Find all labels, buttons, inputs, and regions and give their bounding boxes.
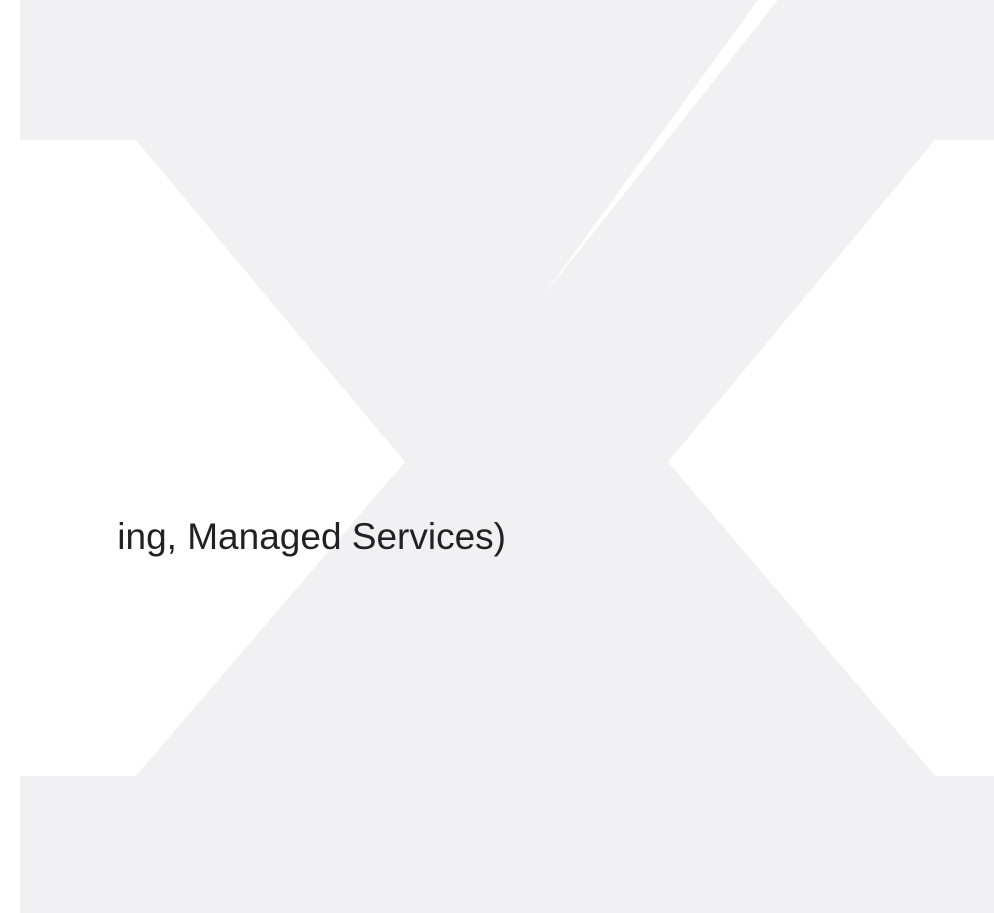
caption-text: ing, Managed Services) [117,516,506,557]
x-shape [20,0,994,913]
slide-canvas: ing, Managed Services) [0,0,994,913]
x-logo-watermark-icon [20,0,994,913]
caption-text-line: ing, Managed Services) [0,507,994,567]
